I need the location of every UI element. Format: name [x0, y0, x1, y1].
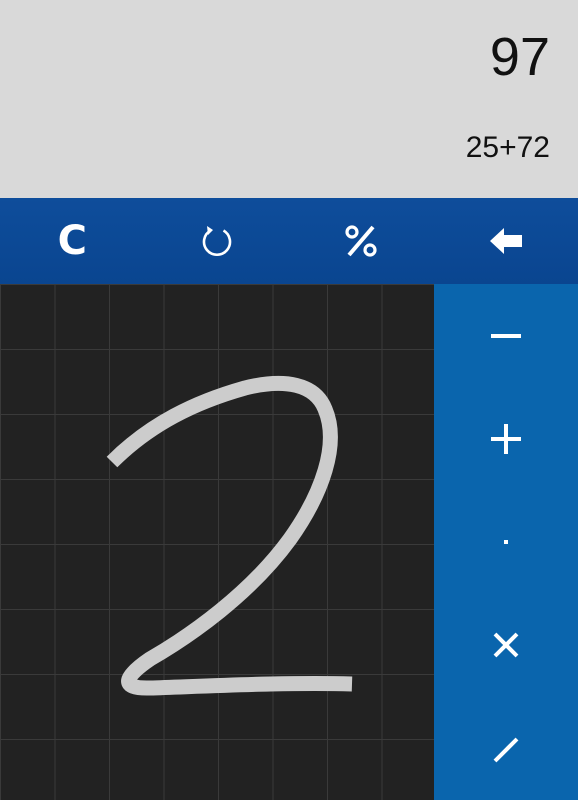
history-button[interactable] — [145, 198, 290, 284]
handwritten-digit-stroke — [106, 375, 353, 696]
toolbar: C — [0, 198, 578, 284]
clear-button[interactable]: C — [0, 198, 145, 284]
backspace-button[interactable] — [434, 198, 578, 284]
decimal-point-icon — [504, 540, 508, 544]
backspace-arrow-icon — [489, 228, 522, 254]
clear-label: C — [57, 218, 87, 264]
decimal-point-button[interactable] — [434, 490, 578, 593]
minus-icon — [491, 333, 521, 338]
refresh-icon — [202, 226, 231, 256]
plus-button[interactable] — [434, 387, 578, 490]
result-value: 97 — [489, 27, 550, 87]
handwriting-canvas[interactable] — [0, 284, 434, 800]
minus-button[interactable] — [434, 284, 578, 387]
percent-button[interactable] — [289, 198, 434, 284]
display-panel: 97 25+72 — [0, 0, 578, 198]
divide-slash-icon — [493, 737, 519, 763]
divide-button[interactable] — [434, 697, 578, 800]
percent-icon — [345, 225, 377, 257]
expression-text: 25+72 — [465, 131, 550, 164]
plus-icon — [491, 423, 521, 454]
multiply-button[interactable] — [434, 594, 578, 697]
multiply-icon — [493, 632, 519, 658]
operators-panel — [434, 284, 578, 800]
